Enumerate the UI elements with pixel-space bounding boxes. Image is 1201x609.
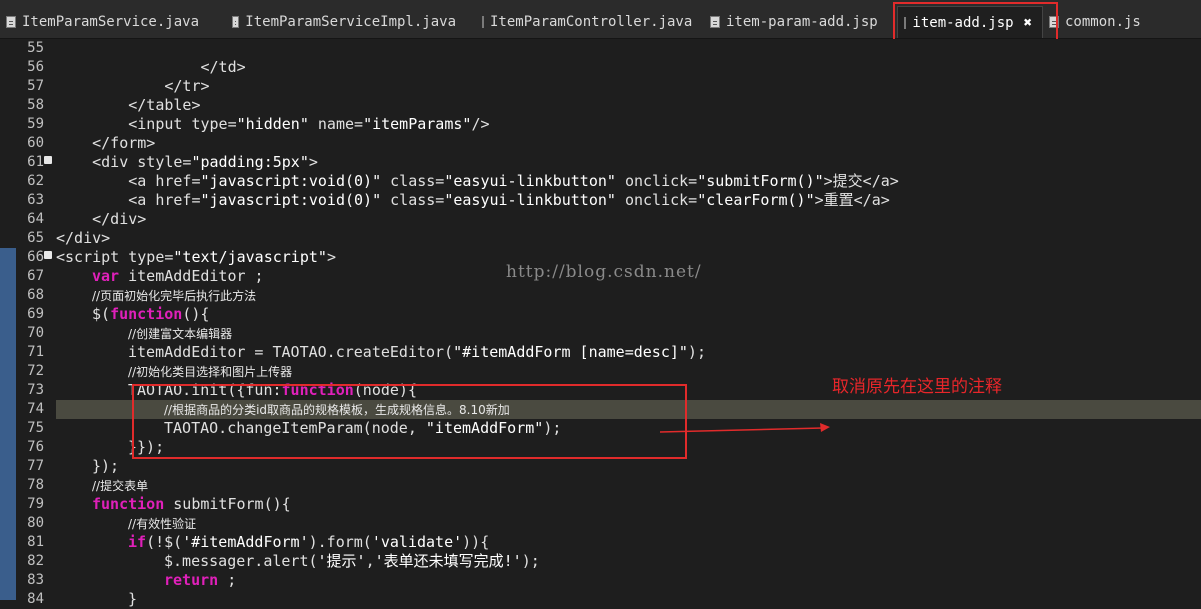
code-line: </td> (56, 58, 246, 76)
line-number: 61 (27, 154, 44, 170)
line-number: 56 (27, 59, 44, 75)
tab-label: item-param-add.jsp (726, 14, 878, 30)
line-number: 66 (27, 249, 44, 265)
code-line: <a href="javascript:void(0)" class="easy… (56, 191, 890, 209)
java-file-icon (232, 16, 240, 28)
annotation-arrow-icon (659, 423, 830, 433)
fold-toggle-icon[interactable] (44, 156, 52, 164)
annotation-highlight-box (132, 384, 687, 459)
line-number: 80 (27, 515, 44, 531)
code-line: <div style="padding:5px"> (56, 153, 318, 171)
tab-item-param-add-jsp[interactable]: item-param-add.jsp (704, 6, 896, 38)
code-line: //有效性验证 (128, 517, 197, 531)
code-line: var itemAddEditor ; (92, 267, 264, 285)
code-line: //提交表单 (92, 479, 149, 493)
java-file-icon (6, 16, 16, 28)
line-number: 65 (27, 230, 44, 246)
fold-toggle-icon[interactable] (44, 251, 52, 259)
line-number: 82 (27, 553, 44, 569)
line-number: 59 (27, 116, 44, 132)
tab-itemparamcontroller-java[interactable]: ItemParamController.java (476, 6, 702, 38)
line-number: 68 (27, 287, 44, 303)
line-number: 79 (27, 496, 44, 512)
code-line: $(function(){ (92, 305, 210, 323)
code-line: </tr> (56, 77, 210, 95)
tab-itemparamservice-java[interactable]: ItemParamService.java (0, 6, 214, 38)
code-line: </form> (56, 134, 156, 152)
line-number: 55 (27, 40, 44, 56)
line-number: 60 (27, 135, 44, 151)
watermark: http://blog.csdn.net/ (506, 262, 702, 282)
tab-label: ItemParamServiceImpl.java (245, 14, 456, 30)
line-number: 77 (27, 458, 44, 474)
line-number: 83 (27, 572, 44, 588)
code-line: return ; (164, 571, 237, 589)
java-file-icon (482, 16, 484, 28)
line-number: 81 (27, 534, 44, 550)
line-number: 71 (27, 344, 44, 360)
line-number: 76 (27, 439, 44, 455)
tab-label: ItemParamController.java (490, 14, 693, 30)
line-number-gutter: 55 56 57 58 59 60 61 62 63 64 65 66 67 6… (0, 39, 55, 607)
line-number: 58 (27, 97, 44, 113)
line-number: 73 (27, 382, 44, 398)
line-number: 67 (27, 268, 44, 284)
code-line: </div> (56, 229, 111, 247)
code-line: //创建富文本编辑器 (128, 327, 233, 341)
code-line: //页面初始化完毕后执行此方法 (92, 289, 257, 303)
tab-label: common.js (1065, 14, 1141, 30)
line-number: 70 (27, 325, 44, 341)
tab-common-js[interactable]: common.js (1043, 6, 1201, 38)
code-line: itemAddEditor = TAOTAO.createEditor("#it… (128, 343, 706, 361)
code-line: </div> (56, 210, 147, 228)
line-number: 72 (27, 363, 44, 379)
annotation-label: 取消原先在这里的注释 (832, 377, 1002, 397)
code-line: //初始化类目选择和图片上传器 (128, 365, 293, 379)
line-number: 75 (27, 420, 44, 436)
jsp-file-icon (710, 16, 720, 28)
line-number: 64 (27, 211, 44, 227)
line-number: 57 (27, 78, 44, 94)
line-number: 69 (27, 306, 44, 322)
code-line: if(!$('#itemAddForm').form('validate')){ (128, 533, 490, 551)
code-editor[interactable]: 55 56 57 58 59 60 61 62 63 64 65 66 67 6… (0, 39, 1201, 608)
tab-itemparamserviceimpl-java[interactable]: ItemParamServiceImpl.java (226, 6, 466, 38)
code-line: <input type="hidden" name="itemParams"/> (56, 115, 490, 133)
line-number: 74 (27, 401, 44, 417)
line-number: 62 (27, 173, 44, 189)
code-line: <a href="javascript:void(0)" class="easy… (56, 172, 899, 190)
line-number: 63 (27, 192, 44, 208)
code-line: $.messager.alert('提示','表单还未填写完成!'); (164, 552, 540, 570)
line-number: 78 (27, 477, 44, 493)
tab-label: ItemParamService.java (22, 14, 200, 30)
code-line: </table> (56, 96, 201, 114)
code-line: function submitForm(){ (92, 495, 291, 513)
code-line: }); (92, 457, 120, 475)
code-line: <script type="text/javascript"> (56, 248, 336, 266)
